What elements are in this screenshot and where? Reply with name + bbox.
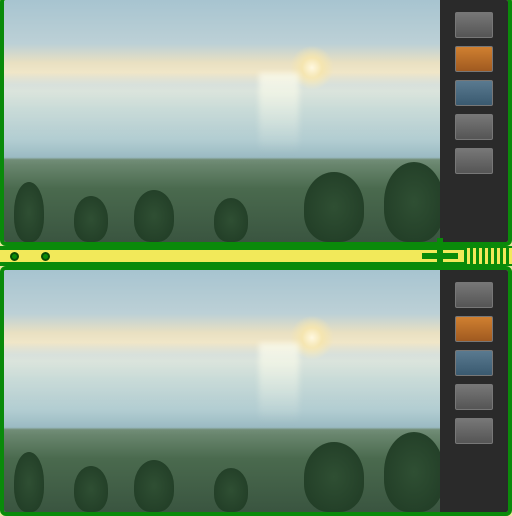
shrub — [214, 198, 248, 242]
shrub — [304, 172, 364, 242]
shrub — [384, 162, 444, 242]
shrub — [14, 182, 44, 242]
port-icon — [10, 252, 19, 261]
thumbnail[interactable] — [455, 316, 493, 342]
port-icon — [41, 252, 50, 261]
thumbnail[interactable] — [455, 80, 493, 106]
thumbnail[interactable] — [455, 114, 493, 140]
thumbnail[interactable] — [455, 12, 493, 38]
thumbnail[interactable] — [455, 418, 493, 444]
sun-glare — [259, 343, 299, 423]
thumbnail[interactable] — [455, 350, 493, 376]
sunset-photo-bottom — [4, 270, 444, 512]
sun-glare — [259, 73, 299, 153]
thumbnail[interactable] — [455, 282, 493, 308]
shrub — [74, 196, 108, 242]
thumbnail[interactable] — [455, 46, 493, 72]
shrub — [14, 452, 44, 512]
thumbnail-panel-bottom — [440, 270, 508, 512]
connector-strip — [464, 248, 512, 264]
thumbnail[interactable] — [455, 148, 493, 174]
shrub — [214, 468, 248, 512]
shrub — [134, 460, 174, 512]
shrub — [384, 432, 444, 512]
thumbnail[interactable] — [455, 384, 493, 410]
bottom-frame — [0, 266, 512, 516]
sunset-photo-top — [4, 0, 444, 242]
top-frame — [0, 0, 512, 246]
shrub — [304, 442, 364, 512]
thumbnail-panel-top — [440, 0, 508, 242]
shrub — [74, 466, 108, 512]
shrub — [134, 190, 174, 242]
